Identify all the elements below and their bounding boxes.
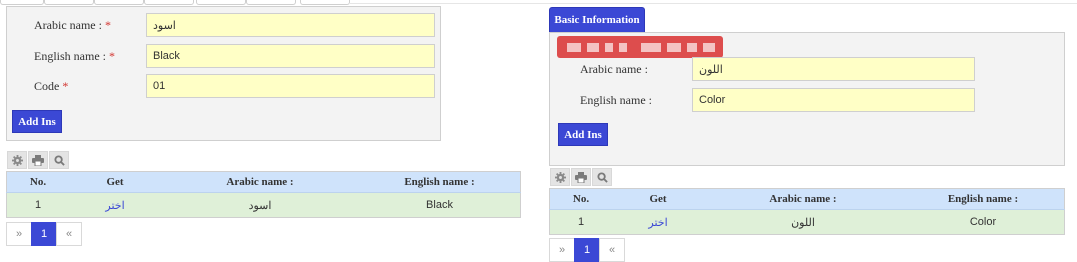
col-arabic-header: Arabic name : — [161, 171, 359, 193]
col-get-header: Get — [612, 188, 704, 210]
pager-page-1[interactable]: 1 — [31, 222, 57, 246]
top-tab-stub[interactable] — [0, 0, 44, 5]
top-tab-stub[interactable] — [144, 0, 194, 5]
required-mark: * — [109, 49, 115, 63]
settings-button[interactable] — [550, 168, 570, 186]
search-icon — [596, 171, 608, 183]
col-english-header: English name : — [902, 188, 1065, 210]
top-tab-stub[interactable] — [246, 0, 296, 5]
right-add-ins-button[interactable]: Add Ins — [558, 123, 608, 146]
table-row[interactable]: 1 اختر اسود Black — [6, 192, 521, 218]
cell-arabic: اللون — [704, 209, 902, 235]
col-no-header: No. — [6, 171, 69, 193]
col-english-header: English name : — [359, 171, 521, 193]
cell-no: 1 — [6, 192, 69, 218]
print-button[interactable] — [571, 168, 591, 186]
print-icon — [575, 171, 587, 183]
col-get-header: Get — [69, 171, 161, 193]
settings-button[interactable] — [7, 151, 27, 169]
tab-basic-information[interactable]: Basic Information — [549, 7, 645, 32]
right-arabic-name-input[interactable] — [692, 57, 975, 81]
right-english-name-input[interactable] — [692, 88, 975, 112]
search-button[interactable] — [592, 168, 612, 186]
english-name-label: English name : * — [34, 49, 115, 63]
cell-get: اختر — [69, 192, 161, 218]
left-data-table: No. Get Arabic name : English name : 1 ا… — [6, 171, 521, 218]
get-link[interactable]: اختر — [105, 200, 124, 212]
get-link[interactable]: اختر — [648, 217, 667, 229]
top-tab-stub[interactable] — [94, 0, 144, 5]
table-header-row: No. Get Arabic name : English name : — [549, 188, 1065, 210]
code-label: Code * — [34, 79, 69, 93]
col-no-header: No. — [549, 188, 612, 210]
add-ins-button[interactable]: Add Ins — [12, 110, 62, 133]
pager-page-1[interactable]: 1 — [574, 238, 600, 262]
english-name-input[interactable] — [146, 44, 435, 68]
required-mark: * — [62, 79, 69, 93]
required-mark: * — [104, 18, 111, 32]
left-pagination: » 1 « — [6, 222, 82, 246]
gear-icon — [11, 154, 23, 166]
pager-prev[interactable]: » — [6, 222, 32, 246]
arabic-name-label: Arabic name : * — [34, 18, 111, 32]
search-button[interactable] — [49, 151, 69, 169]
arabic-name-input[interactable] — [146, 13, 435, 37]
pager-next[interactable]: « — [56, 222, 82, 246]
print-button[interactable] — [28, 151, 48, 169]
right-data-table: No. Get Arabic name : English name : 1 ا… — [549, 188, 1065, 235]
print-icon — [32, 154, 44, 166]
top-tab-stub[interactable] — [44, 0, 94, 5]
col-arabic-header: Arabic name : — [704, 188, 902, 210]
top-tab-stub[interactable] — [300, 0, 350, 5]
cell-no: 1 — [549, 209, 612, 235]
cell-arabic: اسود — [161, 192, 359, 218]
right-pagination: » 1 « — [549, 238, 625, 262]
redacted-banner — [557, 36, 723, 58]
code-input[interactable] — [146, 74, 435, 98]
table-header-row: No. Get Arabic name : English name : — [6, 171, 521, 193]
right-arabic-name-label: Arabic name : — [580, 62, 648, 76]
gear-icon — [554, 171, 566, 183]
top-tab-stub[interactable] — [196, 0, 246, 5]
top-divider — [350, 3, 1077, 4]
table-row[interactable]: 1 اختر اللون Color — [549, 209, 1065, 235]
search-icon — [53, 154, 65, 166]
cell-english: Black — [359, 192, 521, 218]
pager-prev[interactable]: » — [549, 238, 575, 262]
cell-english: Color — [902, 209, 1065, 235]
cell-get: اختر — [612, 209, 704, 235]
pager-next[interactable]: « — [599, 238, 625, 262]
right-english-name-label: English name : — [580, 93, 652, 107]
